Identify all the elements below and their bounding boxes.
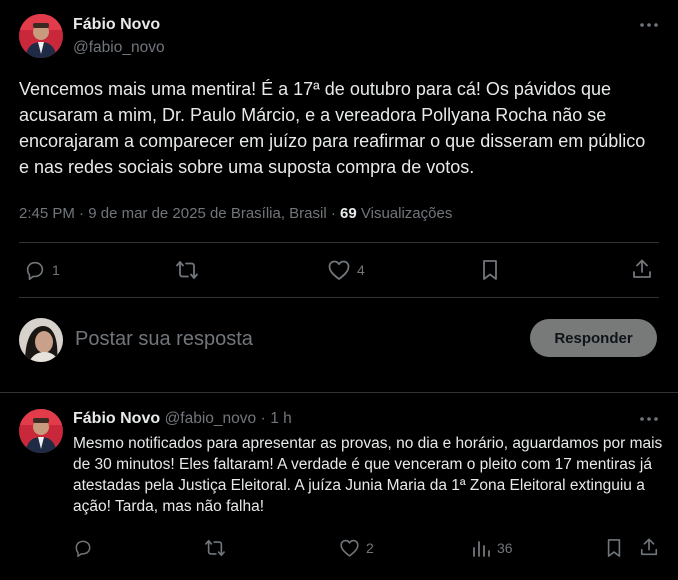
reply-button[interactable]: Responder [530, 319, 657, 357]
meta-separator: · [330, 205, 336, 222]
reply-like-action[interactable]: 2 [339, 538, 374, 558]
more-icon[interactable] [637, 13, 661, 37]
post-time[interactable]: 2:45 PM [19, 205, 75, 222]
reply-author-avatar[interactable] [19, 409, 63, 453]
reply-icon [73, 538, 93, 558]
reply-header: Fábio Novo @fabio_novo · 1 h [73, 410, 292, 428]
post-meta: 2:45 PM · 9 de mar de 2025 de Brasília, … [19, 205, 452, 222]
like-count: 4 [357, 262, 365, 278]
like-icon [327, 259, 351, 281]
reply-icon [24, 259, 46, 281]
like-icon [339, 538, 360, 558]
user-avatar[interactable] [19, 318, 63, 362]
divider [0, 392, 678, 393]
divider [19, 242, 659, 243]
author-name[interactable]: Fábio Novo [73, 16, 160, 34]
share-action[interactable] [631, 258, 653, 280]
reply-reply-action[interactable] [73, 538, 99, 558]
bookmark-icon [480, 259, 500, 281]
reply-time[interactable]: 1 h [270, 410, 292, 427]
views-icon [471, 538, 491, 558]
reply-share-action[interactable] [639, 537, 659, 557]
reply-count: 1 [52, 262, 60, 278]
reply-views-count: 36 [497, 540, 513, 556]
divider [19, 297, 659, 298]
more-icon[interactable] [637, 407, 661, 431]
post-text: Vencemos mais uma mentira! É a 17ª de ou… [19, 79, 646, 177]
reply-separator: · [260, 410, 266, 427]
reply-text: Mesmo notificados para apresentar as pro… [73, 435, 663, 515]
reply-bookmark-action[interactable] [605, 538, 623, 558]
views-count: 69 [340, 205, 357, 222]
author-handle[interactable]: @fabio_novo [73, 39, 165, 57]
bookmark-icon [605, 538, 623, 558]
reply-author-handle[interactable]: @fabio_novo [165, 410, 257, 427]
repost-action[interactable] [175, 259, 205, 281]
meta-separator: · [79, 205, 85, 222]
reply-author-name[interactable]: Fábio Novo [73, 410, 160, 427]
share-icon [631, 258, 653, 280]
repost-icon [204, 538, 226, 558]
post-date[interactable]: 9 de mar de 2025 de Brasília, Brasil [88, 205, 326, 222]
bookmark-action[interactable] [480, 259, 500, 281]
repost-icon [175, 259, 199, 281]
reply-input[interactable]: Postar sua resposta [75, 328, 253, 351]
reply-views-action[interactable]: 36 [471, 538, 513, 558]
author-avatar[interactable] [19, 14, 63, 58]
share-icon [639, 537, 659, 557]
views-label: Visualizações [360, 205, 453, 222]
reply-action[interactable]: 1 [24, 259, 60, 281]
reply-like-count: 2 [366, 540, 374, 556]
reply-repost-action[interactable] [204, 538, 232, 558]
like-action[interactable]: 4 [327, 259, 365, 281]
